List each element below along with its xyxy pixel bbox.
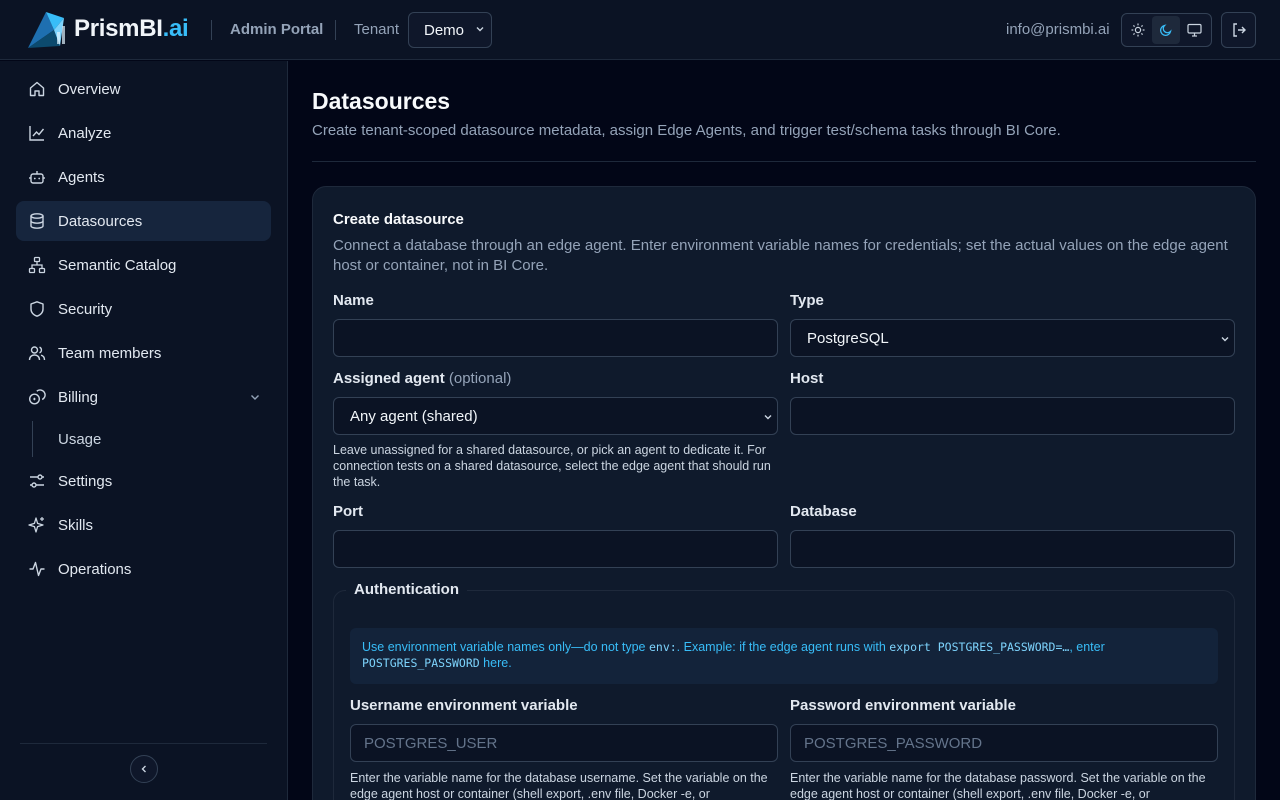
moon-icon [1159,24,1172,37]
type-select[interactable]: PostgreSQL [790,319,1235,357]
collapse-sidebar-button[interactable] [130,755,158,783]
username-env-label: Username environment variable [350,697,578,714]
sliders-icon [28,472,46,490]
tenant-value: Demo [424,21,465,39]
monitor-icon [1186,23,1202,37]
tenant-select[interactable]: Demo [408,12,492,48]
section-divider [312,161,1256,162]
inline-code: env: [648,640,677,654]
port-input[interactable] [333,530,778,568]
optional-hint: (optional) [448,370,512,387]
sidebar-item-label: Team members [58,344,162,362]
sidebar-item-usage[interactable]: Usage [32,421,271,457]
sidebar-item-datasources[interactable]: Datasources [16,201,271,241]
theme-light-button[interactable] [1124,16,1152,44]
sidebar-item-label: Billing [58,388,99,406]
brand-logo[interactable]: PrismBI.ai [24,8,189,50]
sidebar-item-billing[interactable]: Billing [16,377,271,417]
sidebar-item-label: Analyze [58,124,112,142]
authentication-fieldset [333,590,1235,800]
password-env-help: Enter the variable name for the database… [790,771,1206,800]
theme-toggle-group [1121,13,1212,47]
sidebar-item-label: Semantic Catalog [58,256,177,274]
password-env-input[interactable]: POSTGRES_PASSWORD [790,724,1218,762]
sidebar-item-operations[interactable]: Operations [16,549,271,589]
page-title: Datasources [312,88,451,114]
chevron-down-icon [251,395,259,400]
bot-icon [28,168,46,186]
env-var-info-box: Use environment variable names only—do n… [350,628,1218,684]
type-label: Type [790,292,824,309]
card-description: Connect a database through an edge agent… [333,237,1228,274]
page-subtitle: Create tenant-scoped datasource metadata… [312,122,1061,139]
sidebar-item-label: Overview [58,80,121,98]
theme-dark-button[interactable] [1152,16,1180,44]
sparkles-icon [28,516,46,534]
name-label: Name [333,292,374,309]
type-value: PostgreSQL [807,329,889,347]
top-bar: PrismBI.ai Admin Portal Tenant Demo info… [0,0,1280,60]
inline-code: export POSTGRES_PASSWORD=… [889,640,1070,654]
chart-line-icon [28,124,46,142]
database-label: Database [790,503,857,520]
prism-logo-icon [28,12,65,48]
host-label: Host [790,370,824,387]
chevron-down-icon [1221,337,1229,342]
chevron-left-icon [141,765,146,773]
sidebar-item-analyze[interactable]: Analyze [16,113,271,153]
sidebar-item-agents[interactable]: Agents [16,157,271,197]
sidebar-item-security[interactable]: Security [16,289,271,329]
home-icon [28,80,46,98]
theme-system-button[interactable] [1180,16,1208,44]
shield-icon [28,300,46,318]
database-icon [28,212,46,230]
sidebar-item-label: Settings [58,472,113,490]
user-email: info@prismbi.ai [1006,21,1110,38]
sidebar-item-team-members[interactable]: Team members [16,333,271,373]
chevron-down-icon [764,415,772,420]
sidebar-item-label: Datasources [58,212,143,230]
username-env-help: Enter the variable name for the database… [350,771,768,800]
assigned-agent-help: Leave unassigned for a shared datasource… [333,443,771,489]
header-divider [211,20,212,40]
sidebar-item-overview[interactable]: Overview [16,69,271,109]
chevron-down-icon [476,27,484,32]
logout-icon [1232,23,1246,37]
inline-code: POSTGRES_PASSWORD [362,656,480,670]
logout-button[interactable] [1221,12,1256,48]
sidebar-item-label: Operations [58,560,132,578]
host-input[interactable] [790,397,1235,435]
sidebar-divider [20,743,267,744]
sidebar-item-label: Usage [58,430,102,448]
password-env-label: Password environment variable [790,697,1016,714]
assigned-agent-label: Assigned agent (optional) [333,370,512,387]
sidebar-item-label: Security [58,300,113,318]
sidebar-item-settings[interactable]: Settings [16,461,271,501]
header-divider [335,20,336,40]
sidebar-item-label: Agents [58,168,105,186]
port-label: Port [333,503,363,520]
portal-label: Admin Portal [230,21,324,38]
sidebar-item-label: Skills [58,516,94,534]
sidebar-item-skills[interactable]: Skills [16,505,271,545]
name-input[interactable] [333,319,778,357]
database-input[interactable] [790,530,1235,568]
brand-name: PrismBI.ai [74,15,189,42]
sun-icon [1131,23,1145,37]
activity-icon [28,560,46,578]
assigned-agent-value: Any agent (shared) [350,407,478,425]
tenant-label: Tenant [354,21,400,38]
network-icon [28,256,46,274]
coins-icon [28,388,46,406]
users-icon [28,344,46,362]
sidebar-item-semantic-catalog[interactable]: Semantic Catalog [16,245,271,285]
assigned-agent-select[interactable]: Any agent (shared) [333,397,778,435]
sidebar: Overview Analyze Agents Datasources Sema… [0,61,288,800]
username-env-input[interactable]: POSTGRES_USER [350,724,778,762]
authentication-legend: Authentication [346,581,467,598]
card-title: Create datasource [333,211,464,228]
